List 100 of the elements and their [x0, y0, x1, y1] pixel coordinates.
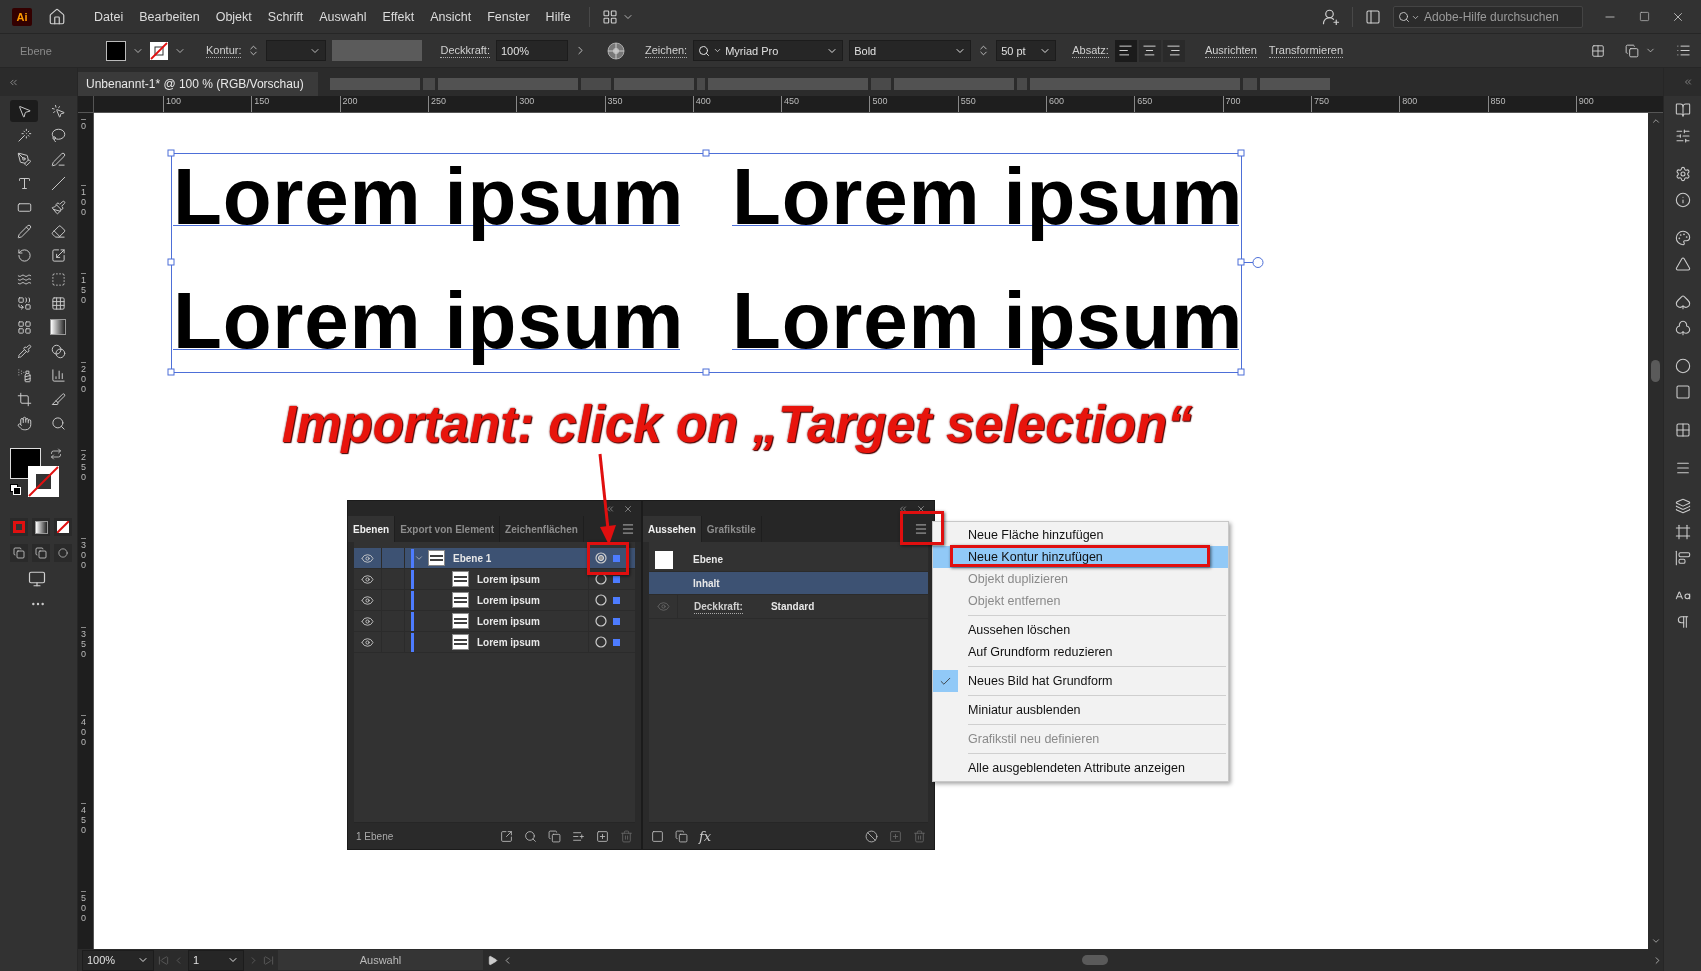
- opacity-label[interactable]: Deckkraft:: [440, 43, 490, 58]
- palette-icon[interactable]: [1674, 230, 1691, 246]
- maximize-icon[interactable]: [1638, 11, 1650, 22]
- layers-icon[interactable]: [1674, 498, 1691, 514]
- target-icon[interactable]: [595, 615, 607, 627]
- pen-icon[interactable]: [16, 151, 32, 167]
- play-icon[interactable]: [487, 954, 498, 966]
- scroll-down-icon[interactable]: [1650, 936, 1661, 946]
- close-icon[interactable]: [623, 503, 633, 514]
- color-wheel-icon[interactable]: [607, 41, 625, 60]
- screen-mode-icon[interactable]: [28, 570, 46, 588]
- appearance-row[interactable]: Ebene: [649, 548, 928, 572]
- close-icon[interactable]: [916, 503, 926, 514]
- brush-icon[interactable]: [50, 199, 66, 215]
- scroll-up-icon[interactable]: [1650, 116, 1661, 126]
- opacity-field[interactable]: 100%: [496, 40, 568, 61]
- selection-square[interactable]: [613, 575, 620, 583]
- user-add-icon[interactable]: [1322, 7, 1340, 26]
- pointer-icon[interactable]: [16, 103, 32, 119]
- info-icon[interactable]: [1674, 192, 1691, 208]
- draw-inside-icon[interactable]: [58, 548, 68, 558]
- visibility-icon[interactable]: [361, 593, 374, 607]
- panel-menu-icon[interactable]: [914, 522, 928, 536]
- tool-button[interactable]: [10, 100, 38, 122]
- align-icon[interactable]: [1674, 550, 1691, 566]
- search-icon[interactable]: [524, 829, 537, 843]
- row-label[interactable]: Deckkraft:: [694, 599, 743, 614]
- menu-item[interactable]: Datei: [88, 9, 130, 24]
- stroke-square-icon[interactable]: [651, 829, 664, 843]
- pointer-click-icon[interactable]: [50, 103, 66, 119]
- eraser-icon[interactable]: [50, 223, 66, 239]
- menu-item[interactable]: Schrift: [261, 9, 310, 24]
- target-icon[interactable]: [595, 636, 607, 648]
- export-icon[interactable]: [500, 829, 513, 843]
- appearance-row[interactable]: Deckkraft: Standard: [649, 595, 928, 619]
- draw-behind-icon[interactable]: [35, 547, 47, 559]
- dashed-square-icon[interactable]: [50, 271, 66, 287]
- layer-row[interactable]: Lorem ipsum: [354, 569, 635, 590]
- fill-square-icon[interactable]: [675, 829, 688, 843]
- grid-icon[interactable]: [50, 295, 66, 311]
- visibility-icon[interactable]: [361, 614, 374, 628]
- target-icon[interactable]: [595, 594, 607, 606]
- scale-icon[interactable]: [50, 247, 66, 263]
- fill-stroke-swatches[interactable]: [10, 448, 59, 497]
- selection-square[interactable]: [613, 638, 620, 646]
- stroke-swatch[interactable]: [150, 41, 168, 60]
- lines-icon[interactable]: [1674, 460, 1691, 476]
- selection-square[interactable]: [613, 617, 620, 625]
- square-icon[interactable]: [1674, 384, 1691, 400]
- pencil-icon[interactable]: [16, 223, 32, 239]
- clipping-mask-icon[interactable]: [548, 829, 561, 843]
- clear-icon[interactable]: [865, 829, 878, 843]
- artboard-field[interactable]: 1: [188, 949, 244, 971]
- sublayer-icon[interactable]: [572, 829, 585, 843]
- layer-row[interactable]: Ebene 1: [354, 548, 635, 569]
- effects-button[interactable]: fx: [699, 828, 712, 844]
- menu-item[interactable]: Bearbeiten: [133, 9, 206, 24]
- zoom-field[interactable]: 100%: [82, 949, 154, 971]
- character-label[interactable]: Zeichen:: [645, 43, 688, 58]
- default-colors-icon[interactable]: [10, 484, 21, 495]
- align-button[interactable]: [1114, 39, 1137, 62]
- collapse-icon[interactable]: [605, 503, 615, 514]
- knife-icon[interactable]: [50, 391, 66, 407]
- align-button[interactable]: [1162, 39, 1185, 62]
- circle-icon[interactable]: [1674, 358, 1691, 374]
- lasso-icon[interactable]: [50, 127, 66, 143]
- visibility-icon[interactable]: [361, 635, 374, 649]
- list-icon[interactable]: [1676, 43, 1691, 58]
- type-icon[interactable]: [16, 175, 32, 191]
- crop-icon[interactable]: [16, 391, 32, 407]
- app-logo[interactable]: Ai: [12, 7, 32, 26]
- no-color-icon[interactable]: [57, 521, 69, 533]
- stroke-weight-field[interactable]: [266, 40, 327, 61]
- color-mode-icon[interactable]: [13, 521, 25, 533]
- wand-icon[interactable]: [16, 127, 32, 143]
- scroll-thumb[interactable]: [1082, 955, 1108, 965]
- menu-option[interactable]: Neue Fläche hinzufügen: [933, 524, 1228, 546]
- collapse-icon[interactable]: [898, 503, 908, 514]
- frame-icon[interactable]: [1674, 524, 1691, 540]
- search-field[interactable]: Adobe-Hilfe durchsuchen: [1393, 5, 1583, 28]
- font-size-field[interactable]: 50 pt: [996, 40, 1057, 61]
- club-icon[interactable]: [1674, 320, 1691, 336]
- status-tool[interactable]: Auswahl: [278, 950, 483, 970]
- eyedropper-icon[interactable]: [16, 343, 32, 359]
- menu-option[interactable]: Aussehen löschen: [933, 619, 1228, 641]
- visibility-icon[interactable]: [361, 572, 374, 586]
- home-icon[interactable]: [48, 7, 66, 26]
- stroke-label[interactable]: Kontur:: [206, 43, 242, 58]
- menu-option[interactable]: Alle ausgeblendeten Attribute anzeigen: [933, 757, 1228, 779]
- draw-normal-icon[interactable]: [13, 547, 25, 559]
- target-icon[interactable]: [595, 552, 607, 564]
- gradient-icon[interactable]: [50, 319, 66, 335]
- grid-icon[interactable]: [16, 319, 32, 335]
- menu-item[interactable]: Objekt: [209, 9, 258, 24]
- scroll-thumb[interactable]: [1651, 360, 1660, 382]
- hand-icon[interactable]: [16, 415, 32, 431]
- selection-square[interactable]: [613, 596, 620, 604]
- copy-icon[interactable]: [1625, 43, 1639, 58]
- layer-row[interactable]: Lorem ipsum: [354, 590, 635, 611]
- menu-item[interactable]: Hilfe: [539, 9, 577, 24]
